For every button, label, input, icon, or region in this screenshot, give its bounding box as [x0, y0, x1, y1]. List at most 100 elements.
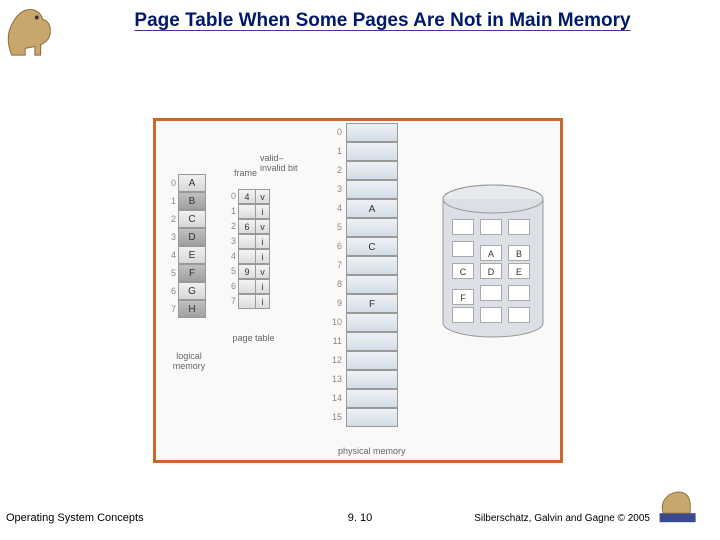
physical-memory-index: 5	[326, 218, 342, 237]
page-table-frame	[238, 279, 256, 294]
page-table-bit: i	[256, 294, 270, 309]
physical-memory-index: 15	[326, 408, 342, 427]
physical-memory-index: 4	[326, 199, 342, 218]
page-table-index: 7	[226, 294, 236, 309]
disk-cell	[508, 307, 530, 323]
logical-memory-cell: F	[178, 264, 206, 282]
page-table-label: page table	[226, 333, 281, 343]
logical-memory-row: 1B	[166, 192, 206, 210]
physical-memory-index: 14	[326, 389, 342, 408]
physical-memory-index: 2	[326, 161, 342, 180]
page-table-frame: 4	[238, 189, 256, 204]
disk-cell	[452, 219, 474, 235]
logical-memory-index: 0	[166, 174, 176, 192]
page-table-frame	[238, 234, 256, 249]
logical-memory-cell: H	[178, 300, 206, 318]
page-table-bit: v	[256, 264, 270, 279]
physical-memory: 01234A56C789F101112131415	[326, 123, 398, 427]
page-table-frame	[238, 249, 256, 264]
physical-memory-row: 3	[326, 180, 398, 199]
physical-memory-row: 15	[326, 408, 398, 427]
disk-cell: B	[508, 245, 530, 261]
physical-memory-label: physical memory	[338, 446, 406, 456]
physical-memory-row: 13	[326, 370, 398, 389]
physical-memory-index: 6	[326, 237, 342, 256]
physical-memory-index: 8	[326, 275, 342, 294]
page-table-index: 0	[226, 189, 236, 204]
physical-memory-index: 13	[326, 370, 342, 389]
physical-memory-index: 7	[326, 256, 342, 275]
page-table-index: 2	[226, 219, 236, 234]
page-table: 04v1i26v3i4i59v6i7i	[226, 189, 270, 309]
valid-invalid-label: valid–invalid bit	[260, 153, 308, 173]
slide-title: Page Table When Some Pages Are Not in Ma…	[65, 10, 700, 32]
logical-memory-row: 4E	[166, 246, 206, 264]
physical-memory-row: 14	[326, 389, 398, 408]
logical-memory-cell: G	[178, 282, 206, 300]
physical-memory-index: 11	[326, 332, 342, 351]
page-table-bit: i	[256, 204, 270, 219]
physical-memory-cell	[346, 180, 398, 199]
logical-memory-cell: C	[178, 210, 206, 228]
logical-memory-cell: A	[178, 174, 206, 192]
logical-memory-index: 1	[166, 192, 176, 210]
physical-memory-cell	[346, 161, 398, 180]
physical-memory-cell: A	[346, 199, 398, 218]
physical-memory-cell	[346, 389, 398, 408]
disk-cell: C	[452, 263, 474, 279]
logical-memory-index: 5	[166, 264, 176, 282]
logical-memory-cell: B	[178, 192, 206, 210]
logical-memory-index: 3	[166, 228, 176, 246]
disk-cell: A	[480, 245, 502, 261]
page-table-row: 59v	[226, 264, 270, 279]
page-table-index: 6	[226, 279, 236, 294]
page-table-index: 1	[226, 204, 236, 219]
logical-memory-index: 4	[166, 246, 176, 264]
page-table-frame	[238, 294, 256, 309]
logical-memory-cell: D	[178, 228, 206, 246]
frame-label: frame	[234, 168, 257, 178]
disk-cell: F	[452, 289, 474, 305]
disk-row	[452, 219, 536, 241]
disk-cell: E	[508, 263, 530, 279]
disk-cell	[480, 219, 502, 235]
page-table-row: 04v	[226, 189, 270, 204]
page-table-frame: 6	[238, 219, 256, 234]
logical-memory-cell: E	[178, 246, 206, 264]
physical-memory-row: 0	[326, 123, 398, 142]
physical-memory-index: 0	[326, 123, 342, 142]
physical-memory-cell	[346, 256, 398, 275]
physical-memory-cell	[346, 370, 398, 389]
physical-memory-cell	[346, 332, 398, 351]
logical-memory-index: 6	[166, 282, 176, 300]
page-table-bit: v	[256, 219, 270, 234]
logical-memory-index: 7	[166, 300, 176, 318]
logical-memory-row: 0A	[166, 174, 206, 192]
page-table-row: 6i	[226, 279, 270, 294]
page-table-index: 5	[226, 264, 236, 279]
physical-memory-row: 6C	[326, 237, 398, 256]
logical-memory-row: 7H	[166, 300, 206, 318]
logical-memory-row: 5F	[166, 264, 206, 282]
page-table-bit: v	[256, 189, 270, 204]
page-table-bit: i	[256, 279, 270, 294]
page-table-frame	[238, 204, 256, 219]
disk-row: F	[452, 285, 536, 307]
page-table-frame: 9	[238, 264, 256, 279]
physical-memory-row: 12	[326, 351, 398, 370]
physical-memory-row: 7	[326, 256, 398, 275]
disk-row: AB	[452, 241, 536, 263]
physical-memory-cell	[346, 351, 398, 370]
dinosaur-icon	[2, 2, 60, 60]
physical-memory-row: 1	[326, 142, 398, 161]
disk-cell	[508, 285, 530, 301]
physical-memory-row: 4A	[326, 199, 398, 218]
physical-memory-cell: F	[346, 294, 398, 313]
physical-memory-row: 11	[326, 332, 398, 351]
page-table-row: 7i	[226, 294, 270, 309]
disk-row: CDE	[452, 263, 536, 285]
footer-right: Silberschatz, Galvin and Gagne © 2005	[474, 513, 650, 524]
disk-row	[452, 307, 536, 329]
logical-memory: 0A1B2C3D4E5F6G7H	[166, 174, 206, 318]
physical-memory-index: 10	[326, 313, 342, 332]
